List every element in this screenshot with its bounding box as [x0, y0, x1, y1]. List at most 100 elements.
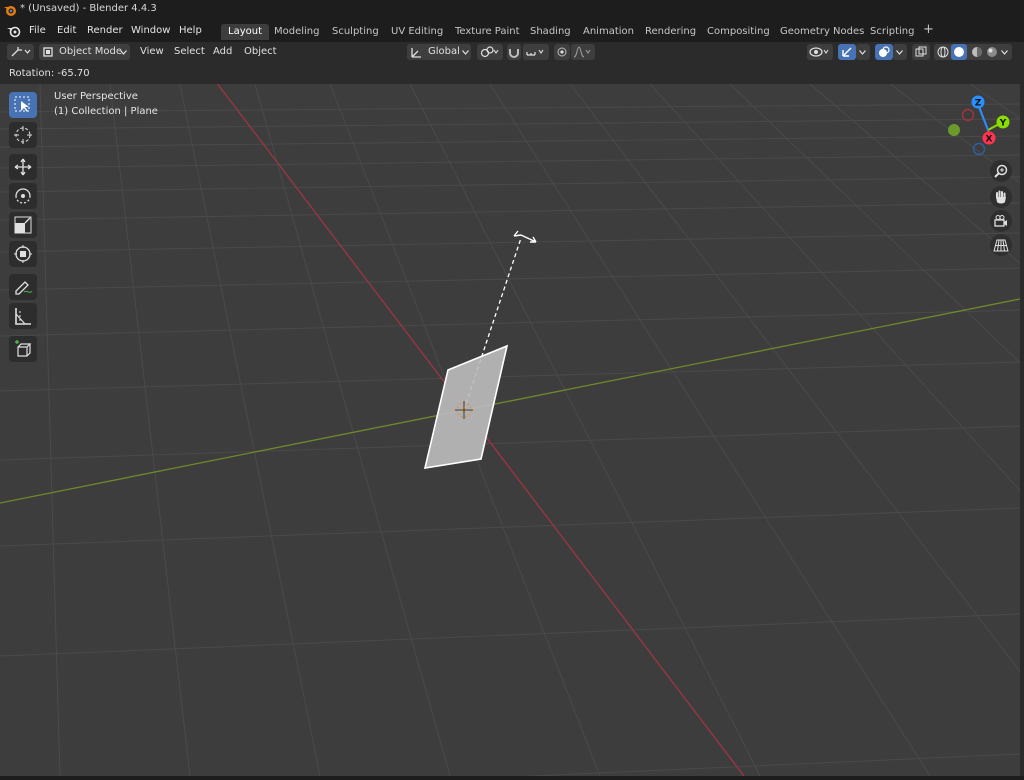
viewport-header: Object Mode View Select Add Object Globa… [0, 42, 1024, 63]
transform-tool[interactable] [9, 241, 37, 267]
mode-selector[interactable]: Object Mode [39, 44, 130, 60]
visibility-selector[interactable] [807, 44, 833, 60]
bottom-edge [0, 776, 1024, 780]
zoom-magnifier-icon [994, 164, 1008, 178]
3d-viewport[interactable]: User Perspective (1) Collection | Plane [0, 84, 1020, 776]
pan-view-button[interactable] [990, 186, 1012, 208]
mode-label: Object Mode [59, 46, 122, 57]
tab-animation[interactable]: Animation [576, 24, 641, 40]
tab-compositing[interactable]: Compositing [700, 24, 777, 40]
menu-file[interactable]: File [29, 25, 46, 36]
orientation-label: Global [428, 46, 460, 57]
menu-window[interactable]: Window [131, 25, 170, 36]
rotation-readout: Rotation: -65.70 [9, 68, 90, 79]
add-workspace-icon[interactable]: + [923, 22, 934, 37]
chevron-down-icon[interactable] [1001, 50, 1008, 55]
gizmo-dropdown[interactable] [856, 44, 870, 60]
operator-status-bar: Rotation: -65.70 [0, 63, 1024, 85]
wireframe-shading-icon[interactable] [937, 46, 949, 58]
annotate-pencil-icon [15, 281, 33, 295]
editor-type-button[interactable] [7, 44, 34, 60]
tab-geometry-nodes[interactable]: Geometry Nodes [773, 24, 871, 40]
solid-shading-icon [954, 47, 964, 57]
chevron-down-icon [120, 50, 127, 55]
magnet-icon [509, 49, 519, 58]
material-preview-icon[interactable] [971, 46, 983, 58]
falloff-selector[interactable] [571, 44, 595, 60]
menu-edit[interactable]: Edit [57, 25, 76, 36]
rendered-shading-icon[interactable] [986, 46, 998, 58]
cursor-tool[interactable] [9, 122, 37, 148]
chevron-down-icon [859, 50, 866, 55]
tab-modeling[interactable]: Modeling [267, 24, 327, 40]
right-edge-scrollbar[interactable] [1020, 84, 1024, 776]
tab-sculpting[interactable]: Sculpting [325, 24, 386, 40]
tab-rendering[interactable]: Rendering [638, 24, 703, 40]
menu-view[interactable]: View [140, 46, 164, 57]
gizmo-z-line [978, 106, 989, 131]
snap-toggle[interactable] [507, 44, 521, 60]
title-bar: * (Unsaved) - Blender 4.4.3 [0, 0, 1024, 20]
axis-gizmo-icon [11, 47, 31, 57]
viewport-scene [0, 84, 1020, 776]
add-cube-icon [15, 340, 32, 357]
scale-icon [14, 216, 32, 234]
menu-add[interactable]: Add [213, 46, 232, 57]
tab-uv-editing[interactable]: UV Editing [384, 24, 450, 40]
menu-object[interactable]: Object [244, 46, 277, 57]
navigation-gizmo[interactable]: Z Y X [945, 93, 1015, 163]
blender-logo-icon [4, 6, 16, 16]
active-object-label: (1) Collection | Plane [54, 106, 158, 117]
hand-icon [996, 190, 1006, 204]
gizmo-x-label: X [986, 135, 993, 145]
shading-mode-group [934, 44, 1012, 60]
gizmo-y-label: Y [999, 119, 1007, 129]
measure-tool[interactable] [9, 303, 37, 329]
menu-select[interactable]: Select [174, 46, 205, 57]
tab-texture-paint[interactable]: Texture Paint [448, 24, 527, 40]
menu-render[interactable]: Render [87, 25, 123, 36]
move-icon [14, 158, 32, 176]
xray-toggle[interactable] [912, 44, 930, 60]
gizmo-z-label: Z [975, 99, 982, 109]
gizmo-neg-z [972, 142, 986, 156]
gizmo-neg-y [948, 124, 960, 136]
annotate-tool[interactable] [9, 274, 37, 300]
view-perspective-label: User Perspective [54, 91, 138, 102]
overlay-dropdown[interactable] [893, 44, 907, 60]
overlay-toggle[interactable] [875, 44, 893, 60]
transform-orientation-selector[interactable]: Global [407, 44, 471, 60]
gizmo-toggle[interactable] [838, 44, 856, 60]
toggle-perspective-button[interactable] [990, 234, 1012, 256]
zoom-view-button[interactable] [990, 160, 1012, 182]
scale-tool[interactable] [9, 212, 37, 238]
falloff-curve-icon [573, 46, 591, 58]
floor-grid [0, 84, 1020, 776]
solid-shading-active[interactable] [951, 44, 967, 60]
camera-view-button[interactable] [990, 210, 1012, 232]
snap-target-selector[interactable] [523, 44, 549, 60]
tab-layout[interactable]: Layout [221, 24, 269, 40]
overlay-icon [879, 46, 890, 57]
perspective-grid-icon [993, 239, 1009, 252]
orientation-icon [411, 48, 421, 58]
select-box-icon [14, 96, 30, 112]
cursor-3d-icon [14, 126, 32, 144]
pivot-point-button[interactable] [477, 44, 503, 60]
chevron-down-icon [896, 50, 903, 55]
select-box-tool[interactable] [9, 92, 37, 118]
eye-icon [809, 47, 829, 57]
blender-menu-icon[interactable] [6, 24, 22, 38]
menu-help[interactable]: Help [179, 25, 202, 36]
rotate-tool[interactable] [9, 183, 37, 209]
proportional-edit-toggle[interactable] [554, 44, 570, 60]
measure-ruler-icon [15, 308, 31, 325]
snap-increment-icon [526, 49, 544, 56]
xray-icon [915, 46, 927, 57]
move-tool[interactable] [9, 154, 37, 180]
tab-shading[interactable]: Shading [523, 24, 578, 40]
selected-plane [423, 344, 509, 469]
add-cube-tool[interactable] [9, 336, 37, 362]
top-menu-bar: File Edit Render Window Help Layout Mode… [0, 20, 1024, 42]
tab-scripting[interactable]: Scripting [863, 24, 921, 40]
